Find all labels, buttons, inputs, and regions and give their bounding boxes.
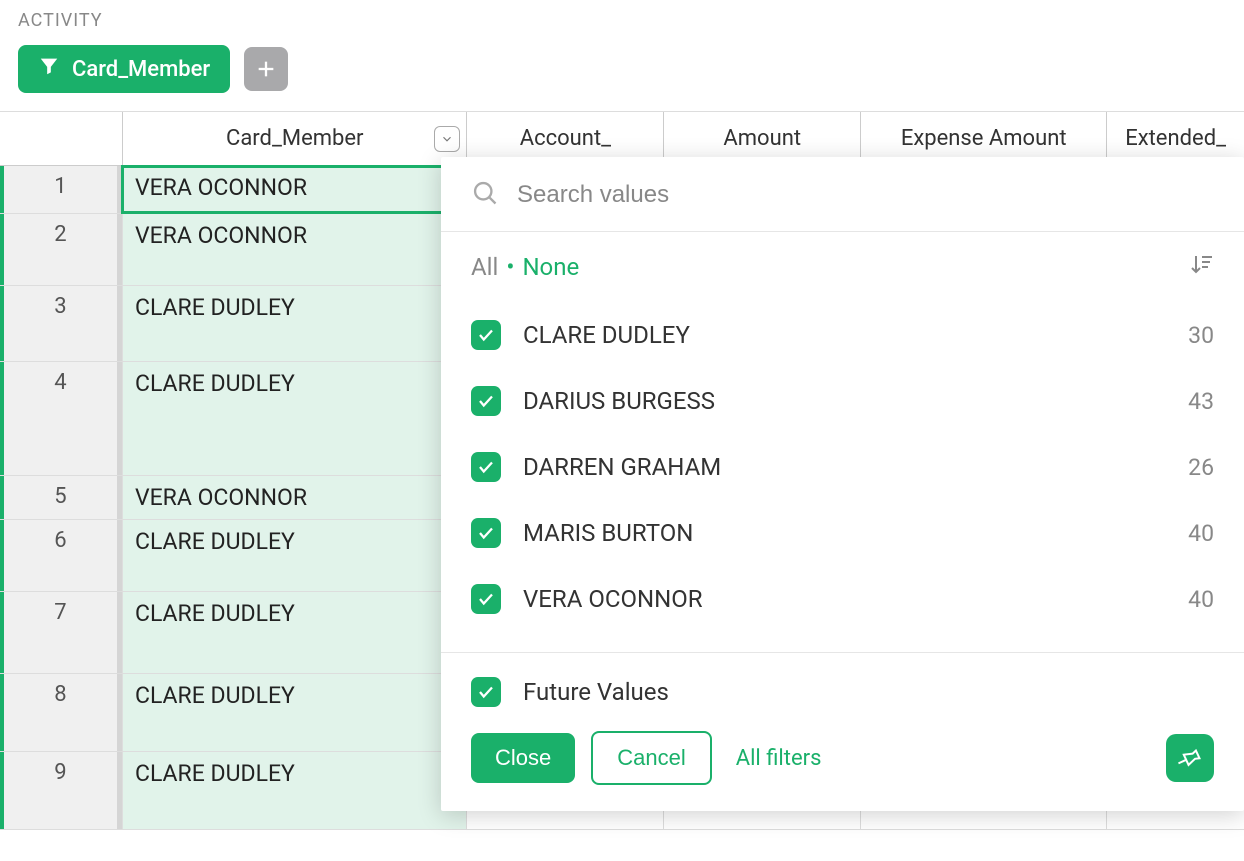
cell-card-member[interactable]: CLARE DUDLEY xyxy=(122,286,466,361)
filter-option-label: VERA OCONNOR xyxy=(523,585,703,613)
row-number: 2 xyxy=(0,214,122,285)
filter-icon xyxy=(38,55,60,83)
cell-card-member[interactable]: VERA OCONNOR xyxy=(122,214,466,285)
future-values-row: Future Values xyxy=(441,652,1244,731)
column-header-label: Extended_ xyxy=(1125,126,1226,151)
row-number: 6 xyxy=(0,520,122,591)
cell-card-member[interactable]: CLARE DUDLEY xyxy=(122,752,466,829)
filter-option[interactable]: VERA OCONNOR 40 xyxy=(471,566,1214,632)
row-number-header xyxy=(0,112,122,165)
filter-option[interactable]: CLARE DUDLEY 30 xyxy=(471,302,1214,368)
cell-card-member[interactable]: VERA OCONNOR xyxy=(122,476,466,519)
filter-chip-card-member[interactable]: Card_Member xyxy=(18,45,230,93)
filter-option-checkbox[interactable] xyxy=(471,518,501,548)
filter-option[interactable]: MARIS BURTON 40 xyxy=(471,500,1214,566)
filter-option-count: 30 xyxy=(1188,322,1214,349)
column-header-label: Amount xyxy=(723,126,801,151)
cell-card-member[interactable]: CLARE DUDLEY xyxy=(122,674,466,751)
filter-option[interactable]: DARREN GRAHAM 26 xyxy=(471,434,1214,500)
data-table: Card_Member Account_ Amount Expense Amou… xyxy=(0,111,1244,830)
filter-option[interactable]: DARIUS BURGESS 43 xyxy=(471,368,1214,434)
filter-option-label: CLARE DUDLEY xyxy=(523,321,690,349)
filter-search-row xyxy=(441,157,1244,232)
cell-card-member[interactable]: CLARE DUDLEY xyxy=(122,520,466,591)
cell-card-member[interactable]: CLARE DUDLEY xyxy=(122,592,466,673)
filter-footer: Close Cancel All filters xyxy=(441,731,1244,811)
sort-icon[interactable] xyxy=(1190,252,1214,282)
cell-card-member[interactable]: CLARE DUDLEY xyxy=(122,362,466,475)
row-number: 1 xyxy=(0,166,122,213)
close-button[interactable]: Close xyxy=(471,733,575,783)
filter-select-all-row: All • None xyxy=(441,232,1244,292)
filter-option-label: MARIS BURTON xyxy=(523,519,693,547)
all-filters-link[interactable]: All filters xyxy=(736,746,822,771)
section-label: ACTIVITY xyxy=(0,0,1244,45)
separator-dot: • xyxy=(506,253,514,281)
row-number: 8 xyxy=(0,674,122,751)
filter-search-input[interactable] xyxy=(517,181,1214,209)
column-header-label: Card_Member xyxy=(226,126,364,151)
filter-option-checkbox[interactable] xyxy=(471,320,501,350)
filter-option-checkbox[interactable] xyxy=(471,584,501,614)
row-number: 7 xyxy=(0,592,122,673)
column-filter-dropdown-button[interactable] xyxy=(434,126,460,152)
add-filter-button[interactable] xyxy=(244,47,288,91)
cell-card-member[interactable]: VERA OCONNOR xyxy=(122,166,466,213)
future-values-label: Future Values xyxy=(523,678,669,706)
search-icon xyxy=(471,179,499,211)
filter-options-list: CLARE DUDLEY 30 DARIUS BURGESS 43 DARREN GRA… xyxy=(441,292,1244,652)
cancel-button[interactable]: Cancel xyxy=(591,731,711,785)
filter-option-label: DARREN GRAHAM xyxy=(523,453,721,481)
column-header-card-member[interactable]: Card_Member xyxy=(122,112,466,165)
select-all-link[interactable]: All xyxy=(471,253,498,281)
filter-option-count: 26 xyxy=(1188,454,1214,481)
filter-chip-label: Card_Member xyxy=(72,57,210,82)
select-none-link[interactable]: None xyxy=(522,253,579,281)
row-number: 5 xyxy=(0,476,122,519)
row-number: 4 xyxy=(0,362,122,475)
filter-option-count: 40 xyxy=(1188,586,1214,613)
pin-button[interactable] xyxy=(1166,734,1214,782)
filter-option-count: 43 xyxy=(1188,388,1214,415)
column-header-label: Expense Amount xyxy=(901,126,1067,151)
row-number: 3 xyxy=(0,286,122,361)
filter-option-count: 40 xyxy=(1188,520,1214,547)
filter-panel: All • None CLARE DUDLEY 30 DARIUS BURGESS 4… xyxy=(441,157,1244,811)
column-header-label: Account_ xyxy=(520,126,611,151)
filter-option-label: DARIUS BURGESS xyxy=(523,387,715,415)
filter-option-checkbox[interactable] xyxy=(471,386,501,416)
future-values-checkbox[interactable] xyxy=(471,677,501,707)
row-number: 9 xyxy=(0,752,122,829)
filter-option-checkbox[interactable] xyxy=(471,452,501,482)
toolbar: Card_Member xyxy=(0,45,1244,111)
